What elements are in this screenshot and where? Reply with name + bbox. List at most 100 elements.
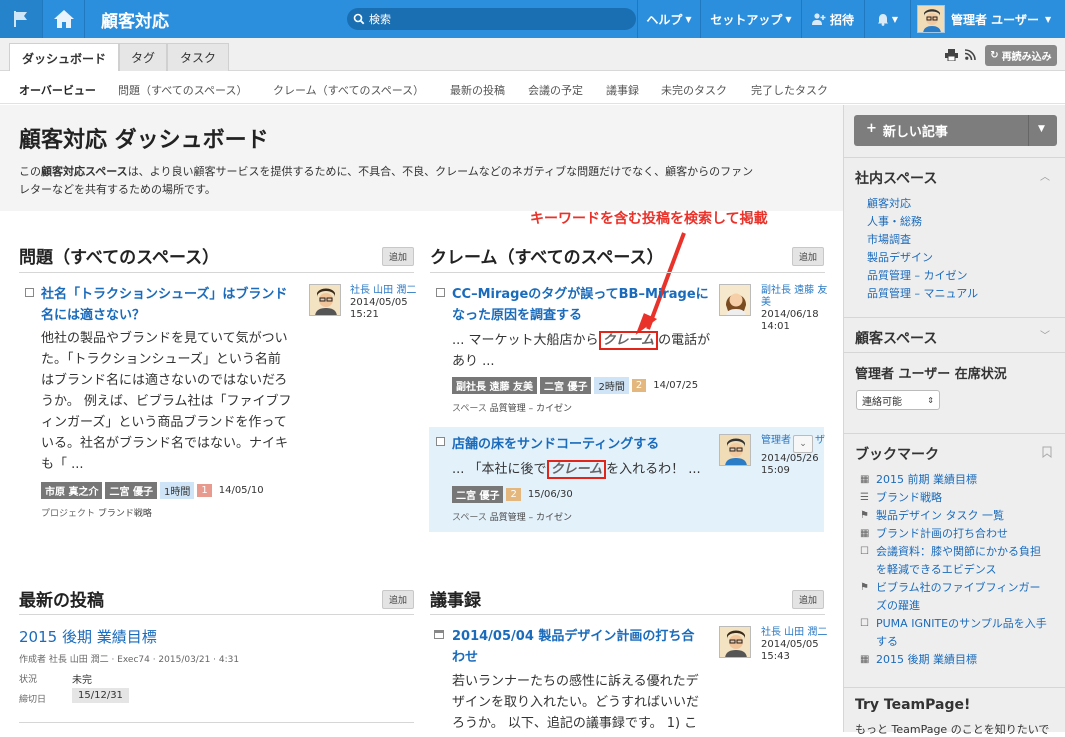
space-link[interactable]: 品質管理 – カイゼン xyxy=(867,267,978,285)
avatar[interactable] xyxy=(309,284,341,316)
bookmark-item[interactable]: ☐ 会議資料：膝や関節にかかる負担 xyxy=(860,543,1041,561)
checkbox-icon: ☐ xyxy=(860,618,869,629)
subnav-issues[interactable]: 問題（すべてのスペース） xyxy=(118,82,247,98)
subnav-done-tasks[interactable]: 完了したタスク xyxy=(751,82,828,98)
assignee-tag[interactable]: 二宮 優子 xyxy=(452,486,504,503)
subnav-claims[interactable]: クレーム（すべてのスペース） xyxy=(273,82,424,98)
issue-post-title[interactable]: 社名「トラクションシューズ」はブランド 名には適さない？ xyxy=(41,284,301,326)
desc-text: は、より良い顧客サービスを提供するために、不具合、不良、クレームなどのネガティブ… xyxy=(127,165,754,178)
space-link[interactable]: 顧客対応 xyxy=(867,195,978,213)
internal-spaces-title[interactable]: 社内スペース xyxy=(855,168,937,188)
new-post-button[interactable]: + 新しい記事 ▼ xyxy=(854,115,1057,146)
space-label: スペース xyxy=(452,513,487,523)
body-line: ィンガーズ」という商品ブランドを作って xyxy=(41,415,287,430)
issue-checkbox[interactable] xyxy=(25,288,34,297)
minutes-section-title: 議事録 xyxy=(430,591,481,611)
top-bar: 顧客対応 検索 ヘルプ ▼ セットアップ ▼ 招待 ▼ 管理者 ユーザー ▼ xyxy=(0,0,1065,38)
home-button[interactable] xyxy=(42,0,84,38)
space-link[interactable]: 人事・総務 xyxy=(867,213,978,231)
assignee-tag[interactable]: 二宮 優子 xyxy=(539,377,592,394)
bookmark-item[interactable]: する xyxy=(860,633,898,651)
caret-down-icon[interactable]: ▼ xyxy=(1038,124,1045,134)
project-link[interactable]: ブランド戦略 xyxy=(98,509,152,519)
minutes-post-title[interactable]: 2014/05/04 製品デザイン計画の打ち合 わせ xyxy=(452,626,712,668)
page-description: この顧客対応スペースは、より良い顧客サービスを提供するために、不具合、不良、クレ… xyxy=(19,163,819,199)
post-date: 2014/05/05 xyxy=(761,639,819,650)
chevron-up-icon[interactable]: ︿ xyxy=(1040,168,1050,183)
notifications-button[interactable]: ▼ xyxy=(864,0,910,38)
space-link[interactable]: 品質管理 – カイゼン xyxy=(490,404,572,414)
issue-project: プロジェクト ブランド戦略 xyxy=(41,506,152,519)
claims-add-button[interactable]: 追加 xyxy=(792,247,824,266)
tab-tags[interactable]: タグ xyxy=(119,43,167,71)
try-teampage-text: もっと TeamPage のことを知りたいで xyxy=(855,723,1050,736)
assignee-tag[interactable]: 市原 真之介 xyxy=(41,482,103,499)
body-line: うか。 例えば、ビブラム社は「ファイブフ xyxy=(41,394,292,409)
subnav-overview[interactable]: オーバービュー xyxy=(19,82,96,98)
bookmark-item[interactable]: ☰ ブランド戦略 xyxy=(860,489,942,507)
post-time: 15:21 xyxy=(350,309,379,320)
desc-space-name: 顧客対応スペース xyxy=(41,165,128,178)
user-menu[interactable]: 管理者 ユーザー ▼ xyxy=(910,0,1065,38)
author-link[interactable]: 美 xyxy=(761,297,831,309)
print-icon[interactable] xyxy=(945,49,958,61)
search-input[interactable]: 検索 xyxy=(347,8,636,30)
setup-menu[interactable]: セットアップ ▼ xyxy=(700,0,801,38)
presence-select[interactable]: 連絡可能 ⇕ xyxy=(856,390,940,410)
bookmark-item[interactable]: ズの躍進 xyxy=(860,597,920,615)
author-link[interactable]: 社長 山田 潤二 xyxy=(761,627,827,639)
chevron-down-icon[interactable]: ⌄ xyxy=(793,435,813,453)
claim-checkbox[interactable] xyxy=(436,437,445,446)
bookmark-icon[interactable] xyxy=(1042,446,1052,458)
flag-button[interactable] xyxy=(0,0,42,38)
avatar[interactable] xyxy=(719,434,751,466)
claim-post-title[interactable]: 店舗の床をサンドコーティングする xyxy=(452,434,659,455)
avatar[interactable] xyxy=(719,284,751,316)
claim-tags: 二宮 優子 2 15/06/30 xyxy=(452,486,577,503)
bookmark-item[interactable]: ▦ 2015 後期 業績目標 xyxy=(860,651,977,669)
reload-button[interactable]: ↻ 再読み込み xyxy=(985,45,1057,66)
latest-post-title[interactable]: 2015 後期 業績目標 xyxy=(19,626,157,647)
latest-add-button[interactable]: 追加 xyxy=(382,590,414,609)
space-link[interactable]: 品質管理 – マニュアル xyxy=(867,285,978,303)
due-date-tag: 15/06/30 xyxy=(527,489,573,500)
author-link[interactable]: 管理者 xyxy=(761,435,791,447)
subnav-minutes[interactable]: 議事録 xyxy=(606,82,639,98)
split-divider xyxy=(1028,115,1029,146)
bookmark-item[interactable]: ⚑ ビブラム社のファイブフィンガー xyxy=(860,579,1040,597)
customer-spaces-title[interactable]: 顧客スペース xyxy=(855,328,937,348)
calendar-icon xyxy=(434,630,444,639)
claim-checkbox[interactable] xyxy=(436,288,445,297)
author-link[interactable]: ザ xyxy=(815,435,825,447)
minutes-add-button[interactable]: 追加 xyxy=(792,590,824,609)
author-link[interactable]: 副社長 遠藤 友 xyxy=(761,285,831,297)
assignee-tag[interactable]: 副社長 遠藤 友美 xyxy=(452,377,537,394)
space-link[interactable]: 製品デザイン xyxy=(867,249,978,267)
issues-add-button[interactable]: 追加 xyxy=(382,247,414,266)
body-line: ザインを取り入れたい。どうすればいいだ xyxy=(452,695,700,710)
author-link[interactable]: 社長 山田 潤二 xyxy=(350,285,416,297)
rss-icon[interactable] xyxy=(965,49,976,60)
invite-button[interactable]: 招待 xyxy=(801,0,864,38)
bookmark-item[interactable]: ▦ ブランド計画の打ち合わせ xyxy=(860,525,1008,543)
avatar[interactable] xyxy=(719,626,751,658)
chevron-down-icon[interactable]: ﹀ xyxy=(1040,327,1050,342)
subnav-meetings[interactable]: 会議の予定 xyxy=(528,82,583,98)
bookmark-item[interactable]: を軽減できるエビデンス xyxy=(860,561,997,579)
help-menu[interactable]: ヘルプ ▼ xyxy=(637,0,700,38)
assignee-tag[interactable]: 二宮 優子 xyxy=(105,482,157,499)
bookmark-item[interactable]: ⚑ 製品デザイン タスク 一覧 xyxy=(860,507,1004,525)
claim-meta: 副社長 遠藤 友 美 2014/06/18 14:01 xyxy=(761,285,831,333)
subnav-latest[interactable]: 最新の投稿 xyxy=(450,82,505,98)
subnav-open-tasks[interactable]: 未完のタスク xyxy=(661,82,727,98)
post-date: 2014/05/05 xyxy=(350,297,408,308)
space-link[interactable]: 市場調査 xyxy=(867,231,978,249)
body-line: た。「トラクションシューズ」という名前 xyxy=(41,352,281,367)
bookmark-item[interactable]: ▦ 2015 前期 業績目標 xyxy=(860,471,977,489)
claim-post-title[interactable]: CC–Mirageのタグが誤ってBB–Mirageに なった原因を調査する xyxy=(452,284,712,326)
tab-dashboard[interactable]: ダッシュボード xyxy=(9,43,119,72)
space-link[interactable]: 品質管理 – カイゼン xyxy=(490,513,572,523)
bookmark-item[interactable]: ☐ PUMA IGNITEのサンプル品を入手 xyxy=(860,615,1047,633)
tab-tasks[interactable]: タスク xyxy=(167,43,229,71)
app-title[interactable]: 顧客対応 xyxy=(84,0,169,38)
